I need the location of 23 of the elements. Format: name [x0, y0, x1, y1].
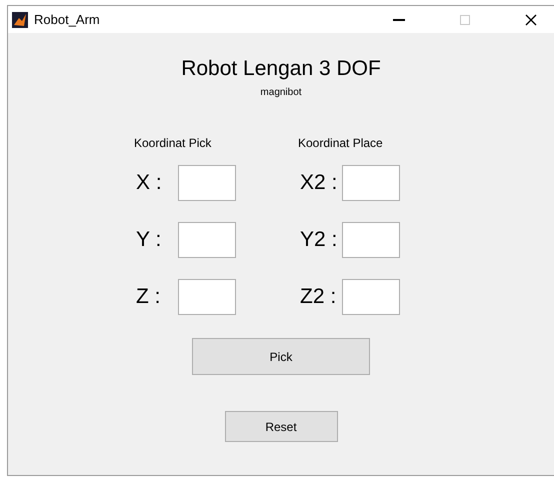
maximize-icon[interactable]: [460, 14, 470, 24]
input-field[interactable]: [178, 165, 236, 201]
input-field[interactable]: [342, 165, 400, 201]
close-icon[interactable]: [525, 14, 537, 26]
app-logo-icon: [12, 12, 28, 28]
column-header: Koordinat Pick: [134, 136, 212, 152]
input-field[interactable]: [178, 222, 236, 258]
field-label: Y2 :: [299, 228, 338, 252]
minimize-icon[interactable]: [393, 18, 405, 20]
input-field[interactable]: [342, 222, 400, 258]
field-label: Y :: [135, 228, 162, 252]
field-label: X :: [135, 171, 163, 195]
window-title: Robot_Arm: [34, 12, 101, 27]
form-heading: Robot Lengan 3 DOF: [181, 57, 381, 81]
input-field[interactable]: [178, 279, 236, 315]
field-label: Z :: [135, 285, 162, 309]
input-field[interactable]: [342, 279, 400, 315]
reset-button[interactable]: Reset: [224, 411, 338, 442]
column-header: Koordinat Place: [298, 136, 383, 152]
field-label: Z2 :: [299, 285, 338, 309]
field-label: X2 :: [299, 171, 338, 195]
pick-button[interactable]: Pick: [192, 338, 370, 375]
form-subtitle: magnibot: [260, 87, 302, 98]
